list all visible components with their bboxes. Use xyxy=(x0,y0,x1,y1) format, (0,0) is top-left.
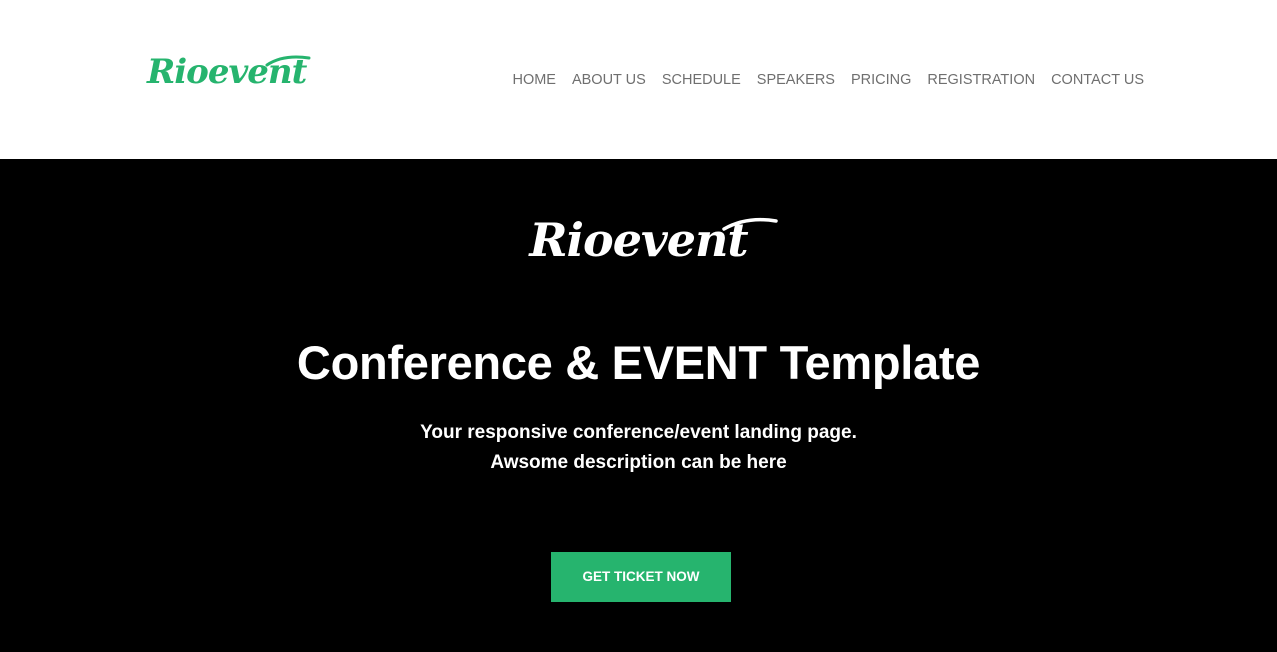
hero-logo-text: Rioevent xyxy=(529,213,748,267)
logo-swoosh-icon xyxy=(265,55,311,67)
hero-logo-swoosh-icon xyxy=(721,217,778,231)
hero-subtitle-line-1: Your responsive conference/event landing… xyxy=(420,422,857,443)
main-nav: HOME ABOUT US SCHEDULE SPEAKERS PRICING … xyxy=(512,70,1144,90)
nav-item-contact-us[interactable]: CONTACT US xyxy=(1051,70,1144,90)
nav-item-registration[interactable]: REGISTRATION xyxy=(927,70,1035,90)
nav-item-home[interactable]: HOME xyxy=(512,70,556,90)
nav-item-speakers[interactable]: SPEAKERS xyxy=(757,70,835,90)
nav-item-schedule[interactable]: SCHEDULE xyxy=(662,70,741,90)
hero-section: Rioevent Conference & EVENT Template You… xyxy=(0,159,1277,652)
get-ticket-button[interactable]: GET TICKET NOW xyxy=(551,552,731,602)
hero-subtitle: Your responsive conference/event landing… xyxy=(0,418,1277,478)
header-logo[interactable]: Rioevent xyxy=(147,50,311,94)
hero-title: Conference & EVENT Template xyxy=(296,336,981,389)
nav-item-pricing[interactable]: PRICING xyxy=(851,70,911,90)
hero-subtitle-line-2: Awsome description can be here xyxy=(490,452,787,473)
nav-item-about-us[interactable]: ABOUT US xyxy=(572,70,646,90)
hero-logo: Rioevent xyxy=(0,210,1277,270)
site-header: Rioevent HOME ABOUT US SCHEDULE SPEAKERS… xyxy=(0,0,1277,159)
